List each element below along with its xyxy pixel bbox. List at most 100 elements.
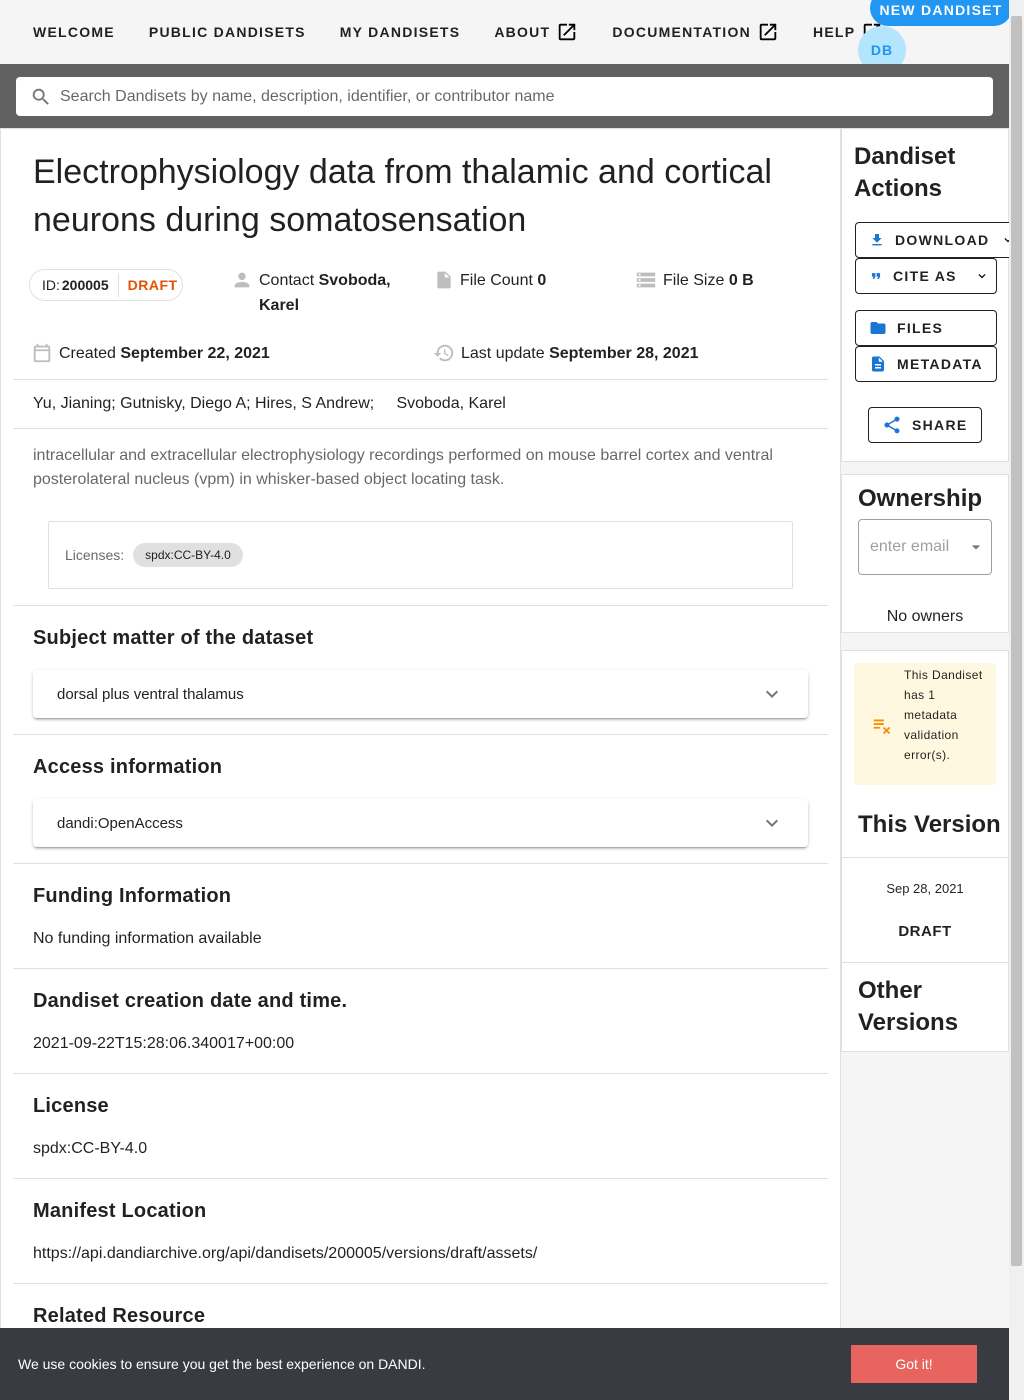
- cite-as-label: CITE AS: [893, 268, 957, 284]
- updated-meta: Last update September 28, 2021: [433, 341, 699, 366]
- nav-my-dandisets[interactable]: MY DANDISETS: [323, 14, 478, 50]
- history-icon: [433, 344, 454, 362]
- nav-documentation[interactable]: DOCUMENTATION: [595, 14, 796, 50]
- person-icon: [234, 272, 250, 288]
- download-button[interactable]: DOWNLOAD: [855, 222, 1013, 258]
- page-scrollbar[interactable]: [1009, 0, 1024, 1400]
- divider: [13, 1073, 828, 1074]
- divider: [13, 428, 828, 429]
- divider: [13, 379, 828, 380]
- external-link-icon: [759, 23, 777, 41]
- file-size-value: 0 B: [728, 272, 754, 289]
- license-heading: License: [33, 1095, 109, 1117]
- share-icon: [884, 416, 900, 434]
- id-chip: ID: 200005 DRAFT: [29, 269, 183, 301]
- new-dandiset-button[interactable]: NEW DANDISET: [870, 0, 1012, 26]
- contributors: Yu, Jianing; Gutnisky, Diego A; Hires, S…: [33, 392, 506, 416]
- divider: [13, 605, 828, 606]
- owner-select[interactable]: [858, 519, 992, 575]
- nav-my-dandisets-label: MY DANDISETS: [339, 24, 461, 40]
- owner-email-input[interactable]: [870, 538, 954, 556]
- search-icon: [32, 88, 49, 105]
- updated-label: Last update: [461, 345, 545, 362]
- metadata-button[interactable]: METADATA: [855, 346, 997, 382]
- got-it-button[interactable]: Got it!: [851, 1345, 977, 1383]
- file-count-text: File Count 0: [460, 268, 546, 293]
- manifest-heading: Manifest Location: [33, 1200, 207, 1222]
- document-icon: [872, 356, 884, 372]
- validation-message: This Dandiset has 1 metadata validation …: [904, 668, 983, 762]
- created-text: Created September 22, 2021: [59, 341, 270, 366]
- search-input[interactable]: [60, 87, 960, 106]
- divider: [13, 1178, 828, 1179]
- chip-divider: [117, 273, 119, 297]
- file-size-label: File Size: [663, 272, 725, 289]
- nav-help-label: HELP: [812, 24, 856, 40]
- creation-heading: Dandiset creation date and time.: [33, 990, 348, 1012]
- divider: [13, 734, 828, 735]
- creation-value: 2021-09-22T15:28:06.340017+00:00: [33, 1035, 295, 1052]
- this-version-heading: This Version: [858, 811, 1001, 838]
- ownership-card: Ownership No owners: [841, 474, 1009, 633]
- file-size-text: File Size 0 B: [663, 268, 754, 293]
- chevron-down-icon: [978, 274, 986, 279]
- contributors-extra: Svoboda, Karel: [396, 395, 506, 412]
- metadata-label: METADATA: [897, 356, 983, 372]
- cookie-banner: We use cookies to ensure you get the bes…: [0, 1328, 1009, 1400]
- folder-icon: [870, 322, 886, 334]
- access-heading: Access information: [33, 756, 223, 778]
- other-versions-heading: Other Versions: [858, 977, 959, 1036]
- created-meta: Created September 22, 2021: [31, 341, 270, 366]
- divider: [13, 968, 828, 969]
- dandiset-id: 200005: [61, 277, 109, 293]
- file-count-label: File Count: [460, 272, 533, 289]
- page: WELCOME PUBLIC DANDISETS MY DANDISETS AB…: [0, 0, 1024, 1400]
- download-icon: [872, 234, 882, 246]
- validation-alert[interactable]: This Dandiset has 1 metadata validation …: [854, 663, 996, 785]
- version-date: Sep 28, 2021: [886, 881, 964, 896]
- version-status[interactable]: DRAFT: [842, 921, 1008, 943]
- updated-value: September 28, 2021: [549, 345, 699, 362]
- related-heading: Related Resource: [33, 1305, 206, 1327]
- search-box[interactable]: [16, 77, 993, 116]
- dandiset-actions-card: Dandiset Actions DOWNLOAD CITE AS FILES …: [841, 128, 1013, 462]
- dropdown-arrow-icon: [971, 545, 981, 550]
- quote-icon: [871, 273, 881, 279]
- nav-documentation-label: DOCUMENTATION: [612, 24, 751, 40]
- share-button[interactable]: SHARE: [868, 407, 982, 443]
- nav-about[interactable]: ABOUT: [477, 14, 595, 50]
- access-value: dandi:OpenAccess: [57, 814, 183, 832]
- chevron-down-icon: [766, 819, 778, 827]
- updated-text: Last update September 28, 2021: [461, 341, 699, 366]
- versions-card: This Dandiset has 1 metadata validation …: [841, 650, 1009, 1052]
- funding-heading: Funding Information: [33, 885, 232, 907]
- external-link-icon: [559, 23, 576, 41]
- created-label: Created: [59, 345, 116, 362]
- contact-label: Contact: [259, 272, 315, 289]
- subject-heading: Subject matter of the dataset: [33, 627, 314, 649]
- contributors-list: Yu, Jianing; Gutnisky, Diego A; Hires, S…: [33, 395, 375, 412]
- nav-public-dandisets[interactable]: PUBLIC DANDISETS: [132, 14, 323, 50]
- dandiset-title: Electrophysiology data from thalamic and…: [33, 153, 772, 239]
- nav-welcome[interactable]: WELCOME: [16, 14, 132, 50]
- file-icon: [437, 271, 451, 289]
- divider: [842, 962, 1008, 963]
- cite-as-button[interactable]: CITE AS: [855, 258, 997, 294]
- scrollbar-thumb[interactable]: [1011, 16, 1022, 1266]
- contact-meta: Contact Svoboda, Karel: [231, 268, 421, 318]
- search-band: [0, 64, 1009, 128]
- licenses-label: Licenses:: [65, 547, 125, 563]
- subject-expansion-panel[interactable]: dorsal plus ventral thalamus: [33, 670, 808, 718]
- divider: [13, 1283, 828, 1284]
- license-value: spdx:CC-BY-4.0: [33, 1140, 148, 1157]
- top-nav: WELCOME PUBLIC DANDISETS MY DANDISETS AB…: [0, 0, 1012, 74]
- download-label: DOWNLOAD: [895, 232, 990, 248]
- subject-value: dorsal plus ventral thalamus: [57, 685, 244, 703]
- manifest-value[interactable]: https://api.dandiarchive.org/api/dandise…: [33, 1242, 537, 1266]
- calendar-icon: [33, 343, 51, 363]
- files-label: FILES: [897, 320, 944, 336]
- files-button[interactable]: FILES: [855, 310, 997, 346]
- no-owners-text: No owners: [886, 608, 964, 625]
- actions-heading: Dandiset Actions: [854, 143, 956, 202]
- access-expansion-panel[interactable]: dandi:OpenAccess: [33, 799, 808, 847]
